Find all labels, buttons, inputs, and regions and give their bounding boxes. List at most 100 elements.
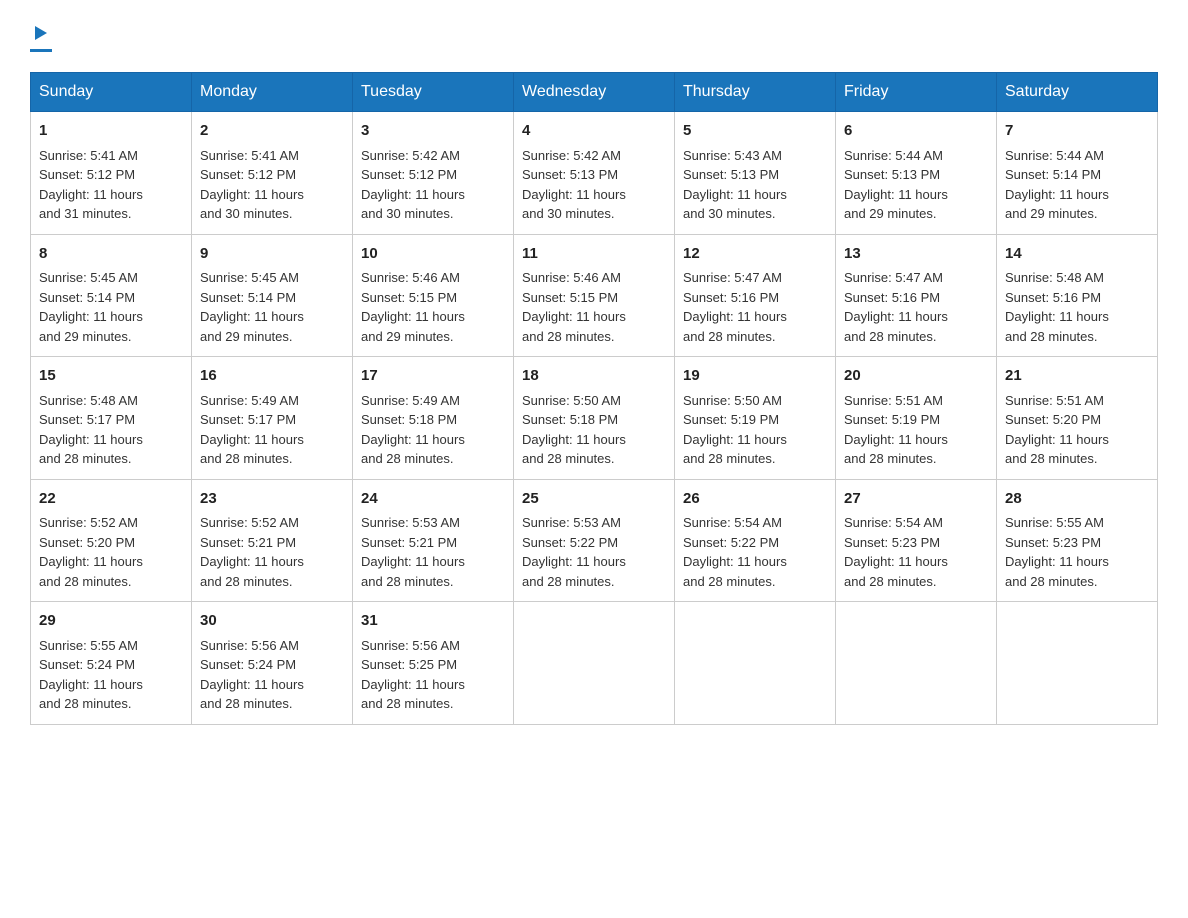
calendar-day-cell: 24 Sunrise: 5:53 AMSunset: 5:21 PMDaylig… — [353, 479, 514, 602]
day-number: 29 — [39, 610, 183, 633]
day-number: 4 — [522, 120, 666, 143]
calendar-day-cell: 11 Sunrise: 5:46 AMSunset: 5:15 PMDaylig… — [514, 234, 675, 357]
calendar-day-cell: 20 Sunrise: 5:51 AMSunset: 5:19 PMDaylig… — [836, 357, 997, 480]
day-info: Sunrise: 5:48 AMSunset: 5:16 PMDaylight:… — [1005, 270, 1109, 344]
day-info: Sunrise: 5:44 AMSunset: 5:13 PMDaylight:… — [844, 148, 948, 222]
header-thursday: Thursday — [675, 73, 836, 112]
calendar-day-cell: 23 Sunrise: 5:52 AMSunset: 5:21 PMDaylig… — [192, 479, 353, 602]
day-number: 20 — [844, 365, 988, 388]
calendar-day-cell: 29 Sunrise: 5:55 AMSunset: 5:24 PMDaylig… — [31, 602, 192, 725]
day-number: 21 — [1005, 365, 1149, 388]
calendar-day-cell: 14 Sunrise: 5:48 AMSunset: 5:16 PMDaylig… — [997, 234, 1158, 357]
day-info: Sunrise: 5:51 AMSunset: 5:19 PMDaylight:… — [844, 393, 948, 467]
day-number: 2 — [200, 120, 344, 143]
calendar-day-cell: 21 Sunrise: 5:51 AMSunset: 5:20 PMDaylig… — [997, 357, 1158, 480]
day-info: Sunrise: 5:46 AMSunset: 5:15 PMDaylight:… — [522, 270, 626, 344]
day-number: 30 — [200, 610, 344, 633]
day-number: 25 — [522, 488, 666, 511]
calendar-day-cell — [514, 602, 675, 725]
day-info: Sunrise: 5:47 AMSunset: 5:16 PMDaylight:… — [683, 270, 787, 344]
calendar-day-cell: 8 Sunrise: 5:45 AMSunset: 5:14 PMDayligh… — [31, 234, 192, 357]
calendar-day-cell: 16 Sunrise: 5:49 AMSunset: 5:17 PMDaylig… — [192, 357, 353, 480]
day-number: 23 — [200, 488, 344, 511]
day-info: Sunrise: 5:56 AMSunset: 5:24 PMDaylight:… — [200, 638, 304, 712]
logo-arrow-icon — [30, 22, 52, 49]
day-info: Sunrise: 5:52 AMSunset: 5:20 PMDaylight:… — [39, 515, 143, 589]
calendar-day-cell: 15 Sunrise: 5:48 AMSunset: 5:17 PMDaylig… — [31, 357, 192, 480]
day-number: 16 — [200, 365, 344, 388]
weekday-header-row: Sunday Monday Tuesday Wednesday Thursday… — [31, 73, 1158, 112]
calendar-day-cell: 6 Sunrise: 5:44 AMSunset: 5:13 PMDayligh… — [836, 112, 997, 235]
day-number: 5 — [683, 120, 827, 143]
day-info: Sunrise: 5:47 AMSunset: 5:16 PMDaylight:… — [844, 270, 948, 344]
day-info: Sunrise: 5:48 AMSunset: 5:17 PMDaylight:… — [39, 393, 143, 467]
calendar-day-cell — [836, 602, 997, 725]
day-info: Sunrise: 5:50 AMSunset: 5:18 PMDaylight:… — [522, 393, 626, 467]
day-info: Sunrise: 5:45 AMSunset: 5:14 PMDaylight:… — [39, 270, 143, 344]
day-info: Sunrise: 5:42 AMSunset: 5:13 PMDaylight:… — [522, 148, 626, 222]
header-saturday: Saturday — [997, 73, 1158, 112]
header-friday: Friday — [836, 73, 997, 112]
day-number: 26 — [683, 488, 827, 511]
calendar-week-row: 1 Sunrise: 5:41 AMSunset: 5:12 PMDayligh… — [31, 112, 1158, 235]
calendar-day-cell: 26 Sunrise: 5:54 AMSunset: 5:22 PMDaylig… — [675, 479, 836, 602]
header-wednesday: Wednesday — [514, 73, 675, 112]
day-info: Sunrise: 5:49 AMSunset: 5:17 PMDaylight:… — [200, 393, 304, 467]
logo — [30, 20, 52, 52]
day-number: 13 — [844, 243, 988, 266]
day-number: 3 — [361, 120, 505, 143]
day-number: 8 — [39, 243, 183, 266]
calendar-day-cell: 12 Sunrise: 5:47 AMSunset: 5:16 PMDaylig… — [675, 234, 836, 357]
day-info: Sunrise: 5:41 AMSunset: 5:12 PMDaylight:… — [200, 148, 304, 222]
day-info: Sunrise: 5:46 AMSunset: 5:15 PMDaylight:… — [361, 270, 465, 344]
calendar-week-row: 29 Sunrise: 5:55 AMSunset: 5:24 PMDaylig… — [31, 602, 1158, 725]
day-number: 15 — [39, 365, 183, 388]
day-number: 24 — [361, 488, 505, 511]
day-number: 27 — [844, 488, 988, 511]
calendar-week-row: 22 Sunrise: 5:52 AMSunset: 5:20 PMDaylig… — [31, 479, 1158, 602]
header — [30, 20, 1158, 52]
day-info: Sunrise: 5:55 AMSunset: 5:24 PMDaylight:… — [39, 638, 143, 712]
day-info: Sunrise: 5:51 AMSunset: 5:20 PMDaylight:… — [1005, 393, 1109, 467]
calendar-day-cell: 19 Sunrise: 5:50 AMSunset: 5:19 PMDaylig… — [675, 357, 836, 480]
header-monday: Monday — [192, 73, 353, 112]
day-info: Sunrise: 5:53 AMSunset: 5:22 PMDaylight:… — [522, 515, 626, 589]
calendar-day-cell: 2 Sunrise: 5:41 AMSunset: 5:12 PMDayligh… — [192, 112, 353, 235]
day-number: 7 — [1005, 120, 1149, 143]
calendar-day-cell: 27 Sunrise: 5:54 AMSunset: 5:23 PMDaylig… — [836, 479, 997, 602]
day-info: Sunrise: 5:49 AMSunset: 5:18 PMDaylight:… — [361, 393, 465, 467]
day-info: Sunrise: 5:43 AMSunset: 5:13 PMDaylight:… — [683, 148, 787, 222]
logo-underline — [30, 49, 52, 52]
calendar-day-cell: 5 Sunrise: 5:43 AMSunset: 5:13 PMDayligh… — [675, 112, 836, 235]
calendar-day-cell: 28 Sunrise: 5:55 AMSunset: 5:23 PMDaylig… — [997, 479, 1158, 602]
calendar-week-row: 8 Sunrise: 5:45 AMSunset: 5:14 PMDayligh… — [31, 234, 1158, 357]
day-number: 12 — [683, 243, 827, 266]
header-tuesday: Tuesday — [353, 73, 514, 112]
day-number: 11 — [522, 243, 666, 266]
day-info: Sunrise: 5:50 AMSunset: 5:19 PMDaylight:… — [683, 393, 787, 467]
calendar-day-cell: 10 Sunrise: 5:46 AMSunset: 5:15 PMDaylig… — [353, 234, 514, 357]
day-number: 9 — [200, 243, 344, 266]
day-info: Sunrise: 5:41 AMSunset: 5:12 PMDaylight:… — [39, 148, 143, 222]
day-info: Sunrise: 5:42 AMSunset: 5:12 PMDaylight:… — [361, 148, 465, 222]
day-number: 1 — [39, 120, 183, 143]
day-number: 31 — [361, 610, 505, 633]
day-info: Sunrise: 5:45 AMSunset: 5:14 PMDaylight:… — [200, 270, 304, 344]
calendar-day-cell: 1 Sunrise: 5:41 AMSunset: 5:12 PMDayligh… — [31, 112, 192, 235]
calendar-day-cell: 22 Sunrise: 5:52 AMSunset: 5:20 PMDaylig… — [31, 479, 192, 602]
day-number: 6 — [844, 120, 988, 143]
calendar-day-cell: 4 Sunrise: 5:42 AMSunset: 5:13 PMDayligh… — [514, 112, 675, 235]
calendar-day-cell: 18 Sunrise: 5:50 AMSunset: 5:18 PMDaylig… — [514, 357, 675, 480]
calendar-day-cell — [997, 602, 1158, 725]
header-sunday: Sunday — [31, 73, 192, 112]
day-info: Sunrise: 5:55 AMSunset: 5:23 PMDaylight:… — [1005, 515, 1109, 589]
day-number: 28 — [1005, 488, 1149, 511]
day-number: 17 — [361, 365, 505, 388]
day-number: 19 — [683, 365, 827, 388]
day-info: Sunrise: 5:53 AMSunset: 5:21 PMDaylight:… — [361, 515, 465, 589]
calendar-day-cell — [675, 602, 836, 725]
day-number: 22 — [39, 488, 183, 511]
calendar-day-cell: 7 Sunrise: 5:44 AMSunset: 5:14 PMDayligh… — [997, 112, 1158, 235]
calendar-table: Sunday Monday Tuesday Wednesday Thursday… — [30, 72, 1158, 725]
day-info: Sunrise: 5:56 AMSunset: 5:25 PMDaylight:… — [361, 638, 465, 712]
